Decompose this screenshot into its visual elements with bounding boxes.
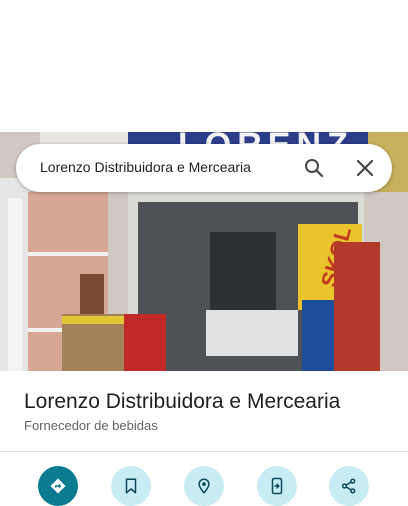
search-icon[interactable] — [302, 156, 326, 180]
place-category[interactable]: Fornecedor de bebidas — [24, 418, 158, 433]
directions-icon — [50, 478, 66, 494]
counter — [206, 310, 298, 356]
search-input[interactable]: Lorenzo Distribuidora e Mercearia — [40, 159, 251, 175]
directions-button[interactable] — [38, 466, 78, 506]
blue-crates — [302, 300, 336, 371]
share-icon — [341, 478, 356, 494]
search-bar[interactable]: Lorenzo Distribuidora e Mercearia — [16, 144, 392, 192]
bookmark-icon — [125, 478, 137, 494]
send-to-phone-button[interactable] — [257, 466, 297, 506]
save-button[interactable] — [111, 466, 151, 506]
share-button[interactable] — [329, 466, 369, 506]
nearby-icon — [198, 478, 210, 494]
divider — [0, 451, 408, 452]
nearby-button[interactable] — [184, 466, 224, 506]
place-title: Lorenzo Distribuidora e Mercearia — [24, 390, 341, 413]
red-rack — [334, 242, 380, 371]
close-icon[interactable] — [353, 156, 377, 180]
coke-crates — [124, 314, 166, 371]
blank-top-area — [0, 0, 408, 132]
send-to-phone-icon — [271, 477, 283, 495]
